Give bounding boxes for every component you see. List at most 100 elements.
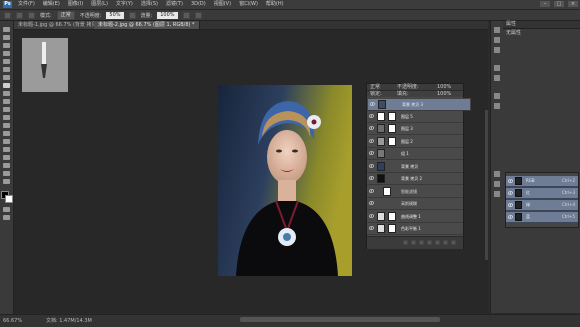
visibility-eye-icon[interactable]	[369, 226, 374, 230]
move-tool-icon[interactable]	[3, 27, 10, 32]
maximize-button[interactable]: □	[554, 1, 564, 7]
mode-select[interactable]: 正常	[56, 10, 75, 20]
zoom-tool-icon[interactable]	[3, 179, 10, 184]
layer-row[interactable]: 图层 5	[367, 111, 463, 123]
adjustment-layer-icon[interactable]	[427, 240, 432, 245]
visibility-eye-icon[interactable]	[369, 151, 374, 155]
menu-image[interactable]: 图像(I)	[68, 0, 83, 9]
type-tool-icon[interactable]	[3, 147, 10, 152]
pressure-opacity-icon[interactable]	[128, 11, 136, 19]
clone-source-panel-icon[interactable]	[494, 103, 500, 109]
menu-edit[interactable]: 编辑(E)	[43, 0, 60, 9]
channel-eye-icon[interactable]	[507, 203, 514, 209]
layer-mask-thumbnail[interactable]	[388, 111, 396, 121]
delete-layer-icon[interactable]	[451, 240, 456, 245]
layer-mask-thumbnail[interactable]	[388, 224, 396, 233]
healing-tool-icon[interactable]	[3, 75, 10, 80]
menu-select[interactable]: 选择(S)	[141, 0, 158, 9]
history-brush-tool-icon[interactable]	[3, 99, 10, 104]
layers-blend-mode[interactable]: 正常	[370, 84, 380, 90]
brush-tool-icon[interactable]	[4, 11, 11, 19]
quick-mask-icon[interactable]	[3, 207, 10, 212]
crop-tool-icon[interactable]	[3, 59, 10, 64]
channels-panel-icon[interactable]	[494, 181, 500, 187]
portrait-photo[interactable]	[218, 85, 352, 276]
zoom-level[interactable]: 66.67%	[3, 316, 22, 326]
visibility-eye-icon[interactable]	[369, 163, 374, 168]
visibility-eye-icon[interactable]	[369, 138, 374, 143]
layer-row[interactable]: 背景 拷贝 3	[367, 98, 471, 111]
paths-panel-icon[interactable]	[494, 191, 500, 197]
layer-mask-thumbnail[interactable]	[388, 211, 396, 221]
airbrush-icon[interactable]	[182, 11, 190, 19]
layer-row[interactable]: 曲线调整 1	[367, 211, 463, 223]
visibility-eye-icon[interactable]	[369, 188, 374, 193]
menu-3d[interactable]: 3D(D)	[191, 0, 206, 9]
vertical-scrollbar[interactable]	[485, 110, 488, 260]
channel-eye-icon[interactable]	[507, 191, 514, 197]
horizontal-scrollbar[interactable]	[240, 317, 440, 322]
stamp-tool-icon[interactable]	[3, 91, 10, 96]
visibility-eye-icon[interactable]	[369, 113, 374, 118]
minimize-button[interactable]: –	[540, 1, 550, 7]
layer-row[interactable]: 背景 拷贝	[367, 161, 463, 173]
eraser-tool-icon[interactable]	[3, 107, 10, 112]
marquee-tool-icon[interactable]	[3, 35, 10, 40]
layer-row[interactable]: 高斯模糊	[367, 198, 463, 210]
layers-fill-value[interactable]: 100%	[437, 91, 451, 97]
add-mask-icon[interactable]	[419, 240, 424, 245]
layer-row[interactable]: 背景 拷贝 2	[367, 173, 463, 185]
menu-window[interactable]: 窗口(W)	[239, 0, 258, 9]
layer-row[interactable]: 智能滤镜	[367, 186, 463, 198]
visibility-eye-icon[interactable]	[369, 176, 374, 180]
channel-row[interactable]: 红 Ctrl+3	[506, 188, 578, 199]
layer-row[interactable]: 色彩平衡 1	[367, 223, 463, 235]
new-layer-icon[interactable]	[443, 240, 448, 245]
channel-row[interactable]: 绿 Ctrl+4	[506, 200, 578, 211]
brush-panel-icon[interactable]	[28, 11, 35, 19]
menu-type[interactable]: 文字(Y)	[116, 0, 133, 9]
blur-tool-icon[interactable]	[3, 123, 10, 128]
lasso-tool-icon[interactable]	[3, 43, 10, 48]
channel-row[interactable]: RGB Ctrl+2	[506, 176, 578, 187]
character-panel-icon[interactable]	[494, 65, 500, 71]
path-select-tool-icon[interactable]	[3, 155, 10, 160]
layer-mask-thumbnail[interactable]	[388, 136, 396, 146]
brush-panel-icon[interactable]	[494, 93, 500, 99]
flow-field[interactable]: 100%	[157, 11, 178, 19]
channel-eye-icon[interactable]	[507, 215, 514, 221]
quick-select-tool-icon[interactable]	[3, 51, 10, 56]
channel-eye-icon[interactable]	[507, 179, 514, 185]
layer-row[interactable]: 组 1	[367, 148, 463, 160]
layers-panel-icon[interactable]	[494, 171, 500, 177]
history-panel-icon[interactable]	[494, 27, 500, 33]
menu-filter[interactable]: 滤镜(T)	[166, 0, 183, 9]
layer-row[interactable]: 图层 2	[367, 136, 463, 148]
menu-view[interactable]: 视图(V)	[214, 0, 231, 9]
menu-file[interactable]: 文件(F)	[18, 0, 35, 9]
eyedropper-tool-icon[interactable]	[3, 67, 10, 72]
visibility-eye-icon[interactable]	[370, 102, 375, 106]
layers-opacity-value[interactable]: 100%	[437, 84, 451, 90]
background-color-swatch[interactable]	[5, 195, 13, 203]
paragraph-panel-icon[interactable]	[494, 75, 500, 81]
visibility-eye-icon[interactable]	[369, 201, 374, 205]
info-panel-icon[interactable]	[494, 47, 500, 53]
hand-tool-icon[interactable]	[3, 171, 10, 176]
pen-tool-icon[interactable]	[3, 139, 10, 144]
layer-row[interactable]: 图层 3	[367, 123, 463, 135]
dodge-tool-icon[interactable]	[3, 131, 10, 136]
opacity-field[interactable]: 50%	[106, 11, 124, 19]
brush-preset-icon[interactable]	[16, 11, 23, 19]
properties-panel-icon[interactable]	[494, 37, 500, 43]
pressure-size-icon[interactable]	[194, 11, 202, 19]
gradient-tool-icon[interactable]	[3, 115, 10, 120]
channel-row[interactable]: 蓝 Ctrl+5	[506, 212, 578, 223]
menu-layer[interactable]: 图层(L)	[91, 0, 108, 9]
new-group-icon[interactable]	[435, 240, 440, 245]
brush-tool-icon[interactable]	[3, 83, 10, 88]
tab-document-2[interactable]: 未标题-2.jpg @ 66.7% (图层 1, RGB/8) *	[94, 21, 200, 29]
layer-style-icon[interactable]	[411, 240, 416, 245]
menu-help[interactable]: 帮助(H)	[266, 0, 284, 9]
visibility-eye-icon[interactable]	[369, 213, 374, 218]
